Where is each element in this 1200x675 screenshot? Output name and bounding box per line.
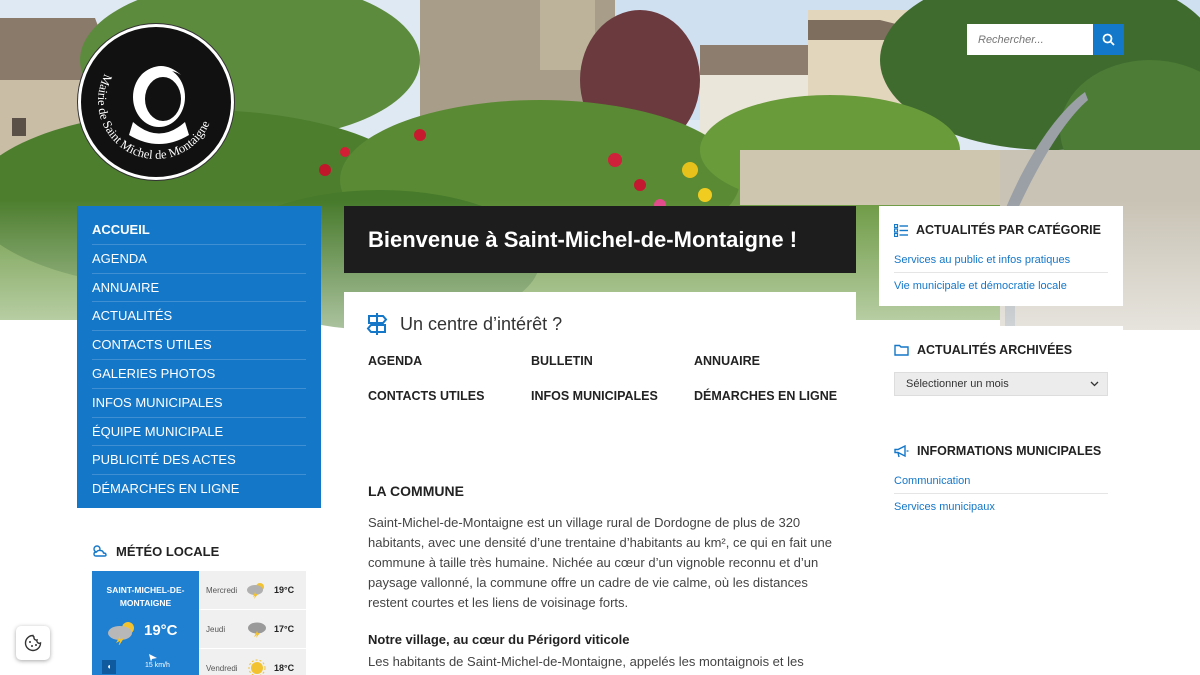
poi-link-contacts-utiles[interactable]: CONTACTS UTILES [368, 389, 531, 403]
village-title: Notre village, au cœur du Périgord vitic… [368, 632, 630, 647]
archives-title: ACTUALITÉS ARCHIVÉES [917, 343, 1073, 357]
site-logo[interactable]: Mairie de Saint Michel de Montaigne [78, 24, 234, 180]
poi-link-demarches-en-ligne[interactable]: DÉMARCHES EN LIGNE [694, 389, 838, 403]
weather-source-icon: ◖ [102, 660, 116, 674]
search-icon [1102, 33, 1115, 46]
search-form [967, 24, 1124, 55]
forecast-day-temp: 19°C [274, 585, 295, 595]
points-of-interest: Un centre d’intérêt ? AGENDA BULLETIN AN… [344, 292, 856, 424]
forecast-day-temp: 17°C [274, 624, 295, 634]
main-menu: ACCUEIL AGENDA ANNUAIRE ACTUALITÉS CONTA… [77, 206, 321, 508]
category-link-vie-municipale[interactable]: Vie municipale et démocratie locale [894, 273, 1108, 299]
categories-title: ACTUALITÉS PAR CATÉGORIE [916, 223, 1101, 237]
poi-link-annuaire[interactable]: ANNUAIRE [694, 354, 838, 368]
sun-icon [248, 659, 266, 675]
search-button[interactable] [1093, 24, 1124, 55]
nav-item-annuaire[interactable]: ANNUAIRE [92, 274, 306, 303]
poi-title: Un centre d’intérêt ? [400, 313, 563, 334]
poi-link-agenda[interactable]: AGENDA [368, 354, 531, 368]
megaphone-icon [894, 444, 909, 457]
folder-icon [894, 344, 909, 356]
forecast-day: Vendredi 18°C [199, 649, 306, 675]
weather-city: SAINT-MICHEL-DE-MONTAIGNE [106, 585, 185, 608]
welcome-banner: Bienvenue à Saint-Michel-de-Montaigne ! [344, 206, 856, 273]
cookie-icon [24, 634, 42, 652]
nav-item-accueil[interactable]: ACCUEIL [92, 216, 306, 245]
chevron-down-icon [1090, 381, 1099, 387]
forecast-day-name: Mercredi [206, 585, 238, 595]
forecast-day: Mercredi 19°C [199, 571, 306, 610]
commune-article: LA COMMUNE Saint-Michel-de-Montaigne est… [344, 462, 856, 675]
forecast-day-name: Jeudi [206, 624, 226, 634]
weather-current: SAINT-MICHEL-DE-MONTAIGNE 19°C ◖ 15 km/h [92, 571, 199, 675]
weather-forecast: Mercredi 19°C Jeudi 17°C Vendredi 18°C [199, 571, 306, 675]
month-select-value: Sélectionner un mois [906, 378, 1009, 390]
weather-wind: 15 km/h [145, 662, 170, 669]
nav-item-equipe-municipale[interactable]: ÉQUIPE MUNICIPALE [92, 418, 306, 447]
infos-title: INFORMATIONS MUNICIPALES [917, 444, 1102, 458]
search-input[interactable] [967, 24, 1093, 55]
forecast-day-temp: 18°C [274, 663, 295, 673]
nav-item-actualites[interactable]: ACTUALITÉS [92, 302, 306, 332]
forecast-day: Jeudi 17°C [199, 610, 306, 649]
weather-title: MÉTÉO LOCALE [116, 543, 220, 559]
nav-item-demarches-en-ligne[interactable]: DÉMARCHES EN LIGNE [92, 475, 306, 504]
weather-widget: MÉTÉO LOCALE SAINT-MICHEL-DE-MONTAIGNE 1… [77, 527, 321, 675]
poi-link-bulletin[interactable]: BULLETIN [531, 354, 694, 368]
forecast-day-name: Vendredi [206, 663, 238, 673]
nav-item-agenda[interactable]: AGENDA [92, 245, 306, 274]
signpost-icon [366, 313, 388, 335]
village-text: Les habitants de Saint-Michel-de-Montaig… [368, 654, 804, 669]
info-link-communication[interactable]: Communication [894, 468, 1108, 494]
nav-item-galeries-photos[interactable]: GALERIES PHOTOS [92, 360, 306, 389]
info-link-services-municipaux[interactable]: Services municipaux [894, 494, 1108, 520]
poi-link-infos-municipales[interactable]: INFOS MUNICIPALES [531, 389, 694, 403]
categories-widget: ACTUALITÉS PAR CATÉGORIE Services au pub… [879, 206, 1123, 306]
storm-sun-icon [108, 622, 134, 645]
nav-item-publicite-des-actes[interactable]: PUBLICITÉ DES ACTES [92, 446, 306, 476]
storm-icon [248, 622, 266, 638]
commune-title: LA COMMUNE [368, 483, 464, 499]
nav-item-infos-municipales[interactable]: INFOS MUNICIPALES [92, 389, 306, 418]
weather-temp: 19°C [144, 622, 178, 639]
weather-icon [93, 545, 107, 557]
cookie-settings-button[interactable] [16, 626, 50, 660]
month-select[interactable]: Sélectionner un mois [894, 372, 1108, 396]
category-link-services[interactable]: Services au public et infos pratiques [894, 247, 1108, 273]
storm-sun-icon [247, 583, 264, 599]
archives-widget: ACTUALITÉS ARCHIVÉES Sélectionner un moi… [879, 326, 1123, 408]
infos-widget: INFORMATIONS MUNICIPALES Communication S… [879, 427, 1123, 527]
nav-item-contacts-utiles[interactable]: CONTACTS UTILES [92, 331, 306, 360]
commune-text: Saint-Michel-de-Montaigne est un village… [368, 515, 832, 610]
list-icon [894, 223, 908, 237]
